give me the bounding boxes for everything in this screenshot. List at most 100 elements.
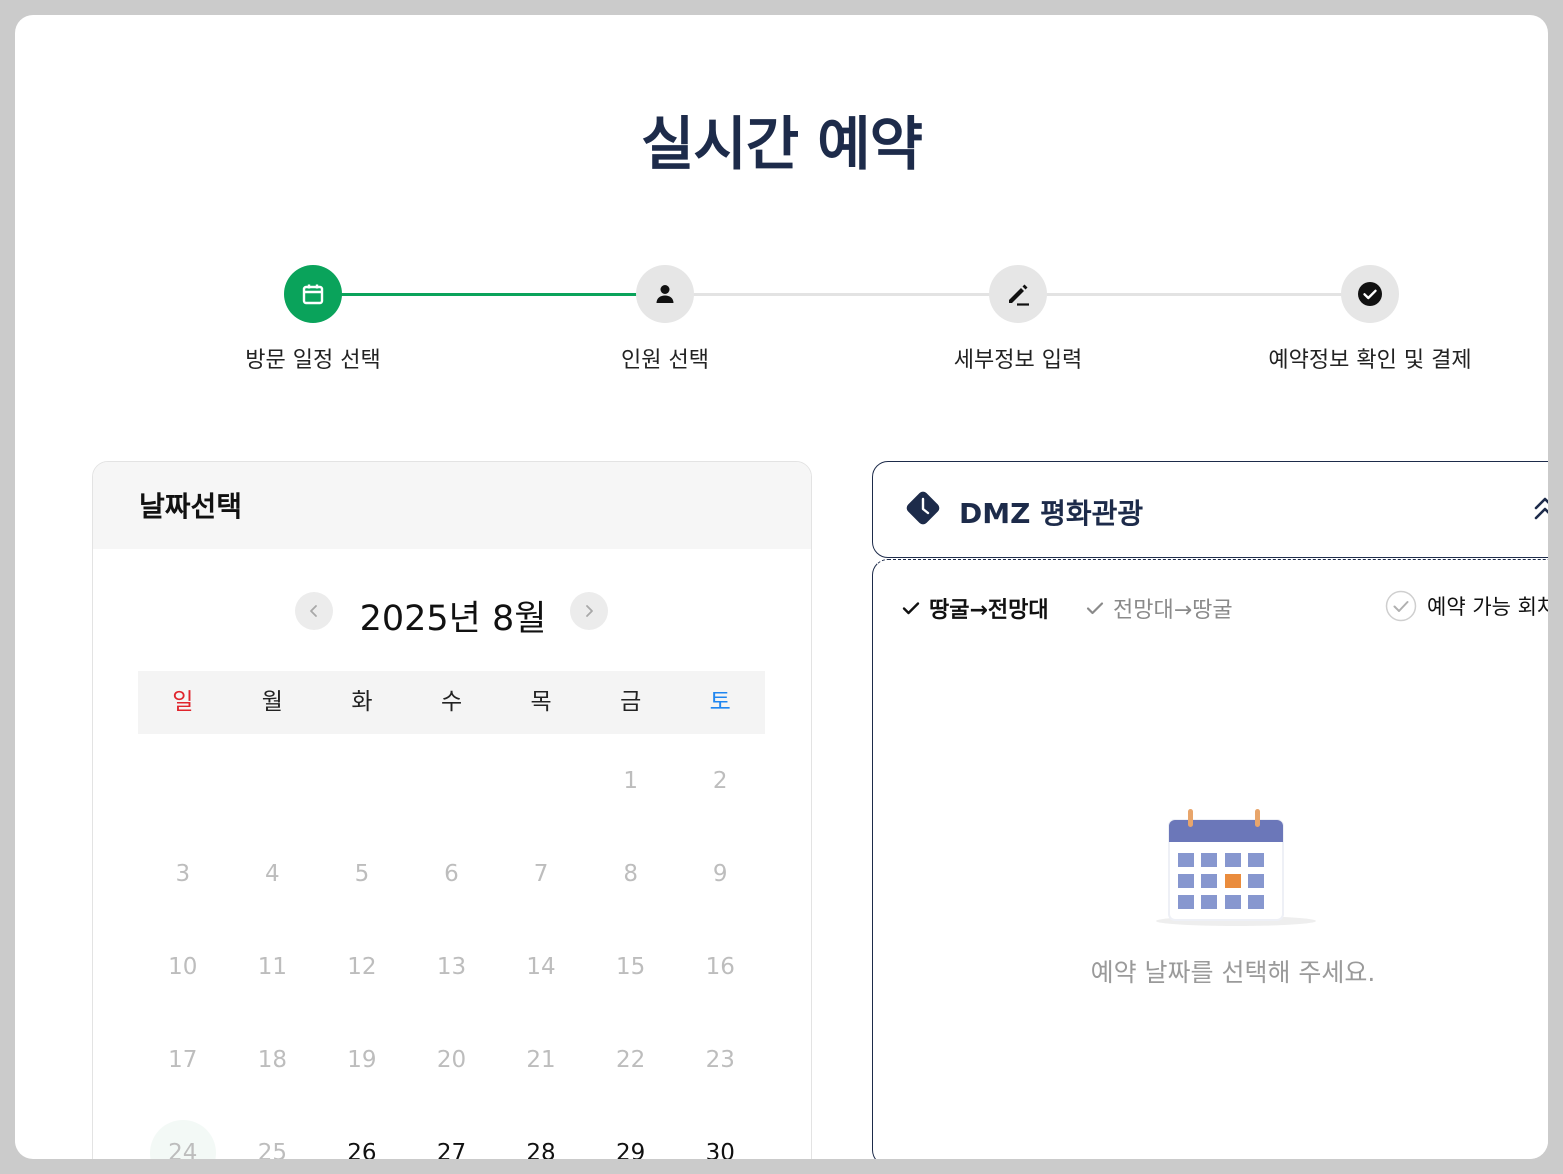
route-label: 땅굴→전망대 bbox=[929, 598, 1049, 623]
calendar-day-number: 25 bbox=[257, 1139, 287, 1160]
calendar-day-number: 11 bbox=[257, 953, 287, 980]
calendar-day-number: 28 bbox=[526, 1139, 556, 1160]
legend-label: 예약 가능 회차 bbox=[1427, 595, 1548, 619]
calendar-day-number: 26 bbox=[347, 1139, 377, 1160]
calendar-day[interactable]: 29 bbox=[586, 1106, 676, 1160]
pencil-icon bbox=[1009, 284, 1029, 306]
weekday-wed: 수 bbox=[440, 689, 463, 715]
calendar-illustration-icon bbox=[1156, 809, 1316, 926]
calendar-day: 8 bbox=[586, 827, 676, 920]
calendar-day-number: 30 bbox=[705, 1139, 735, 1160]
route-tab-observatory-to-tunnel[interactable]: 전망대→땅굴 bbox=[1085, 592, 1233, 624]
calendar-day[interactable]: 27 bbox=[407, 1106, 497, 1160]
calendar-day: 10 bbox=[138, 920, 228, 1013]
calendar-day-number: 23 bbox=[705, 1046, 735, 1073]
calendar-icon bbox=[302, 284, 324, 305]
next-month-button[interactable] bbox=[570, 592, 608, 630]
calendar-day[interactable]: 30 bbox=[675, 1106, 765, 1160]
weekday-sat: 토 bbox=[709, 689, 731, 715]
calendar-day-number: 12 bbox=[347, 953, 377, 980]
calendar-day-number: 13 bbox=[436, 953, 467, 980]
weekday-header: 일 월 화 수 목 금 토 bbox=[138, 671, 765, 734]
weekday-tue: 화 bbox=[351, 689, 373, 715]
calendar-empty-cell bbox=[138, 734, 228, 827]
calendar-day: 13 bbox=[407, 920, 497, 1013]
page-title: 실시간 예약 bbox=[641, 110, 923, 178]
calendar-day: 1 bbox=[586, 734, 676, 827]
step-3-circle[interactable] bbox=[989, 265, 1047, 323]
calendar-day-number: 24 bbox=[149, 1119, 216, 1159]
tour-title: DMZ 평화관광 bbox=[959, 497, 1144, 530]
check-icon bbox=[1086, 602, 1104, 615]
calendar-day-number: 2 bbox=[712, 767, 728, 794]
calendar-day-number: 5 bbox=[354, 860, 370, 887]
route-tab-tunnel-to-observatory[interactable]: 땅굴→전망대 bbox=[901, 592, 1049, 624]
weekday-sun: 일 bbox=[172, 689, 194, 715]
calendar-day: 4 bbox=[228, 827, 318, 920]
calendar-day: 2 bbox=[675, 734, 765, 827]
tour-header: DMZ 평화관광 bbox=[872, 461, 1548, 558]
calendar-day-number: 7 bbox=[533, 860, 549, 887]
check-circle-icon bbox=[1358, 282, 1382, 306]
route-label: 전망대→땅굴 bbox=[1113, 598, 1233, 623]
calendar-day-number: 8 bbox=[623, 860, 638, 887]
date-panel-header: 날짜선택 bbox=[93, 462, 811, 549]
calendar-days-grid: 1 2 3 4 5 6 7 8 9 10 11 12 13 14 15 16 17 18 19 20 21 22 23 24 2… bbox=[138, 734, 765, 1159]
calendar-day-number: 1 bbox=[623, 767, 638, 794]
calendar-day-number: 16 bbox=[705, 953, 735, 980]
month-navigation: 2025년 8월 bbox=[93, 592, 811, 639]
calendar-day: 15 bbox=[586, 920, 676, 1013]
calendar-day: 16 bbox=[675, 920, 765, 1013]
weekday-mon: 월 bbox=[261, 689, 283, 715]
calendar-day: 18 bbox=[228, 1013, 318, 1106]
step-1-circle[interactable] bbox=[284, 265, 342, 323]
calendar-day-number: 22 bbox=[615, 1046, 646, 1073]
collapse-chevron-icon[interactable] bbox=[1531, 494, 1548, 524]
prev-month-button[interactable] bbox=[295, 592, 333, 630]
calendar-day-number: 4 bbox=[265, 860, 280, 887]
calendar-day-number: 15 bbox=[615, 953, 646, 980]
step-connector-3 bbox=[1018, 293, 1370, 296]
step-connector-2 bbox=[665, 293, 1018, 296]
calendar-day: 17 bbox=[138, 1013, 228, 1106]
step-2-label: 인원 선택 bbox=[621, 348, 709, 373]
step-connector-1 bbox=[313, 293, 665, 296]
calendar-day-number: 19 bbox=[347, 1046, 377, 1073]
calendar-day: 6 bbox=[407, 827, 497, 920]
available-session-legend: 예약 가능 회차 bbox=[1385, 590, 1548, 622]
step-4-label: 예약정보 확인 및 결제 bbox=[1268, 348, 1472, 373]
calendar-day-number: 29 bbox=[615, 1139, 646, 1160]
calendar-day: 3 bbox=[138, 827, 228, 920]
calendar-day: 12 bbox=[317, 920, 407, 1013]
calendar-day-number: 14 bbox=[526, 953, 556, 980]
calendar-day: 5 bbox=[317, 827, 407, 920]
calendar-day: 7 bbox=[496, 827, 586, 920]
calendar-day: 11 bbox=[228, 920, 318, 1013]
calendar-day: 14 bbox=[496, 920, 586, 1013]
calendar-day-number: 18 bbox=[257, 1046, 287, 1073]
person-icon bbox=[656, 285, 674, 303]
calendar-empty-cell bbox=[407, 734, 497, 827]
clock-icon bbox=[906, 491, 940, 525]
calendar-day-number: 6 bbox=[444, 860, 459, 887]
calendar-day: 23 bbox=[675, 1013, 765, 1106]
calendar-day: 25 bbox=[228, 1106, 318, 1160]
calendar-day[interactable]: 28 bbox=[496, 1106, 586, 1160]
calendar-empty-cell bbox=[317, 734, 407, 827]
check-icon bbox=[902, 602, 920, 615]
step-4-circle[interactable] bbox=[1341, 265, 1399, 323]
step-1-label: 방문 일정 선택 bbox=[245, 348, 381, 373]
calendar-day-number: 9 bbox=[712, 860, 728, 887]
calendar-day[interactable]: 26 bbox=[317, 1106, 407, 1160]
weekday-fri: 금 bbox=[620, 689, 642, 715]
calendar-empty-cell bbox=[228, 734, 318, 827]
calendar-day-number: 20 bbox=[436, 1046, 467, 1073]
weekday-thu: 목 bbox=[530, 689, 552, 715]
schedule-panel: 땅굴→전망대 전망대→땅굴 예약 가능 회차 예약 날짜를 선택해 주세요. bbox=[872, 559, 1548, 1159]
calendar-day-number: 21 bbox=[526, 1046, 556, 1073]
calendar-day-number: 17 bbox=[168, 1046, 198, 1073]
empty-state-message: 예약 날짜를 선택해 주세요. bbox=[1090, 958, 1376, 987]
check-circle-outline-icon bbox=[1385, 590, 1417, 622]
step-2-circle[interactable] bbox=[636, 265, 694, 323]
chevron-right-icon bbox=[586, 605, 593, 617]
